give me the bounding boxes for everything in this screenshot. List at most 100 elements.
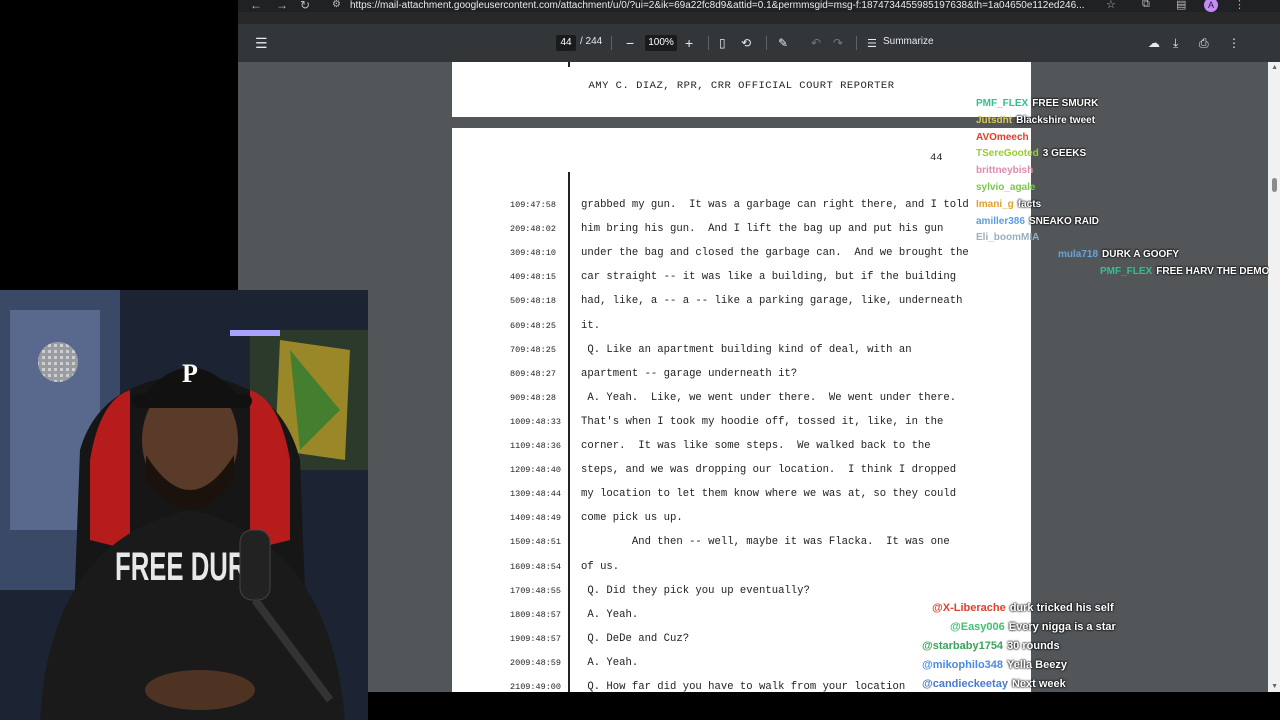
transcript-line: 609:48:25 it. bbox=[452, 317, 1031, 341]
line-number-time: 2109:49:00 bbox=[510, 682, 562, 692]
chat-username: amiller386 bbox=[976, 215, 1025, 227]
chat-username: AVOmeech bbox=[976, 131, 1029, 143]
line-timestamp: 09:48:49 bbox=[520, 513, 562, 524]
line-number-time: 1709:48:55 bbox=[510, 586, 562, 596]
zoom-in-icon[interactable]: + bbox=[685, 34, 693, 52]
scrollbar[interactable]: ▲ ▼ bbox=[1268, 62, 1280, 692]
scroll-down-icon[interactable]: ▼ bbox=[1271, 683, 1278, 690]
line-number-time: 2009:48:59 bbox=[510, 658, 562, 668]
browser-menu-icon[interactable]: ⋮ bbox=[1234, 0, 1245, 11]
zoom-out-icon[interactable]: − bbox=[626, 34, 634, 52]
chat-username: Jutsdht bbox=[976, 114, 1013, 126]
line-text: car straight -- it was like a building, … bbox=[581, 271, 957, 284]
chat-text: 3 GEEKS bbox=[1042, 148, 1087, 160]
print-icon[interactable]: ⎙ bbox=[1199, 34, 1209, 52]
menu-icon[interactable]: ☰ bbox=[255, 34, 268, 52]
reload-icon[interactable]: ↻ bbox=[300, 0, 310, 12]
extensions-icon[interactable]: ⧉ bbox=[1142, 0, 1150, 11]
download-icon[interactable]: ⤓ bbox=[1173, 34, 1178, 52]
rotate-icon[interactable]: ⟲ bbox=[741, 34, 751, 52]
page-total: / 244 bbox=[580, 36, 603, 47]
line-timestamp: 09:48:55 bbox=[520, 585, 562, 596]
chat-text: Yella Beezy bbox=[1007, 659, 1067, 671]
chat-text: DURK A GOOFY bbox=[1102, 249, 1180, 260]
webcam-feed: P FREE DURK bbox=[0, 290, 368, 720]
chat-text: Next week bbox=[1011, 678, 1066, 690]
address-bar[interactable]: ← → ↻ ⚙ https://mail-attachment.googleus… bbox=[238, 0, 1280, 12]
more-options-icon[interactable]: ⋮ bbox=[1228, 34, 1240, 52]
chat-text: Every nigga is a star bbox=[1008, 621, 1116, 633]
line-number-time: 209:48:02 bbox=[510, 224, 562, 234]
scroll-thumb[interactable] bbox=[1272, 178, 1277, 192]
line-text: Q. DeDe and Cuz? bbox=[581, 632, 690, 645]
chat-message: Eli_boomMIA bbox=[976, 231, 1043, 245]
page-number-input[interactable]: 44 bbox=[556, 35, 576, 51]
line-text: Q. Did they pick you up eventually? bbox=[581, 584, 810, 597]
back-icon[interactable]: ← bbox=[250, 0, 262, 12]
chat-username: @starbaby1754 bbox=[922, 640, 1004, 652]
line-number: 16 bbox=[510, 561, 521, 572]
pdf-viewport[interactable]: AMY C. DIAZ, RPR, CRR OFFICIAL COURT REP… bbox=[238, 62, 1280, 692]
chat-message: @starbaby1754 30 rounds bbox=[922, 639, 1060, 653]
line-number-time: 909:48:28 bbox=[510, 393, 562, 403]
scroll-up-icon[interactable]: ▲ bbox=[1271, 64, 1278, 71]
chat-message: TSereGooted 3 GEEKS bbox=[976, 147, 1086, 161]
line-timestamp: 09:48:36 bbox=[520, 441, 562, 451]
site-info-icon[interactable]: ⚙ bbox=[332, 0, 341, 12]
summarize-button[interactable]: Summarize bbox=[883, 36, 934, 47]
line-timestamp: 09:49:00 bbox=[520, 682, 562, 692]
chat-username: Eli_boomMIA bbox=[976, 232, 1040, 244]
zoom-input[interactable]: 100% bbox=[645, 35, 677, 51]
chat-text: SNEAKO RAID bbox=[1028, 215, 1099, 227]
pdf-page-previous: AMY C. DIAZ, RPR, CRR OFFICIAL COURT REP… bbox=[452, 62, 1031, 117]
chat-message: PMF_FLEX FREE SMURK bbox=[976, 97, 1098, 111]
line-number: 17 bbox=[510, 585, 521, 596]
fit-page-icon[interactable]: ▯ bbox=[719, 34, 726, 52]
undo-icon[interactable]: ↶ bbox=[811, 34, 821, 52]
line-number-time: 309:48:10 bbox=[510, 248, 562, 258]
separator bbox=[766, 36, 767, 50]
line-number: 18 bbox=[510, 609, 521, 620]
draw-icon[interactable]: ✎ bbox=[778, 34, 788, 52]
line-number-time: 509:48:18 bbox=[510, 296, 562, 306]
bookmark-star-icon[interactable]: ☆ bbox=[1106, 0, 1116, 11]
redo-icon[interactable]: ↷ bbox=[833, 34, 843, 52]
profile-avatar[interactable]: A bbox=[1204, 0, 1218, 12]
line-timestamp: 09:47:58 bbox=[515, 200, 556, 210]
chat-username: PMF_FLEX bbox=[976, 98, 1029, 109]
line-text: corner. It was like some steps. We walke… bbox=[581, 440, 931, 452]
line-timestamp: 09:48:33 bbox=[520, 416, 562, 427]
line-number-time: 409:48:15 bbox=[510, 272, 562, 282]
line-number: 15 bbox=[510, 537, 521, 548]
drive-save-icon[interactable]: ☁ bbox=[1148, 34, 1160, 52]
transcript-line: 509:48:18 had, like, a -- a -- like a par… bbox=[452, 292, 1031, 316]
transcript-line: 1009:48:33 That's when I took my hoodie o… bbox=[452, 413, 1031, 437]
line-number-time: 809:48:27 bbox=[510, 369, 562, 379]
line-number: 12 bbox=[510, 465, 521, 476]
forward-icon[interactable]: → bbox=[276, 0, 288, 12]
transcript-line: 909:48:28 A. Yeah. Like, we went under t… bbox=[452, 389, 1031, 413]
line-timestamp: 09:48:25 bbox=[515, 320, 556, 331]
line-text: of us. bbox=[581, 560, 620, 573]
line-number-time: 1509:48:51 bbox=[510, 537, 562, 547]
line-number-time: 709:48:25 bbox=[510, 345, 562, 355]
line-text: That's when I took my hoodie off, tossed… bbox=[581, 415, 944, 428]
side-panel-icon[interactable]: ▤ bbox=[1176, 0, 1186, 11]
chat-username: TSereGooted bbox=[976, 148, 1039, 160]
transcript-line: 809:48:27 apartment -- garage underneath … bbox=[452, 365, 1031, 389]
separator bbox=[708, 36, 709, 50]
line-text: A. Yeah. bbox=[581, 608, 639, 621]
line-timestamp: 09:48:51 bbox=[520, 537, 562, 548]
chat-username: @mikophilo348 bbox=[922, 659, 1004, 671]
margin-rule bbox=[568, 62, 570, 67]
chat-message: @mikophilo348 Yella Beezy bbox=[922, 658, 1067, 672]
transcript-line: 1509:48:51 And then -- well, maybe it wa… bbox=[452, 533, 1031, 557]
line-timestamp: 09:48:10 bbox=[515, 248, 556, 259]
transcript-line: 1209:48:40 steps, and we was dropping our… bbox=[452, 461, 1031, 485]
chat-text: FREE HARV THE DEMO bbox=[1156, 266, 1270, 277]
separator bbox=[856, 36, 857, 50]
chat-message: brittneybish bbox=[976, 164, 1037, 178]
url-text[interactable]: https://mail-attachment.googleuserconten… bbox=[350, 0, 1085, 12]
line-number: 13 bbox=[510, 489, 521, 500]
chat-message: @Easy006 Every nigga is a star bbox=[950, 620, 1116, 634]
